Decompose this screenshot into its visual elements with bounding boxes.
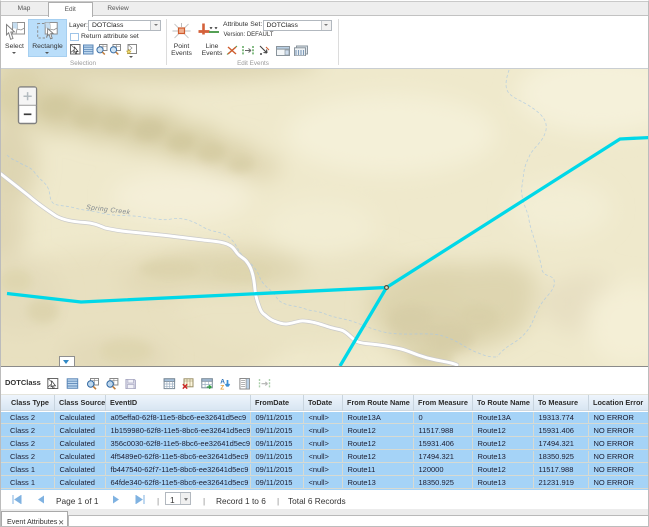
svg-text:Z: Z xyxy=(220,384,224,390)
